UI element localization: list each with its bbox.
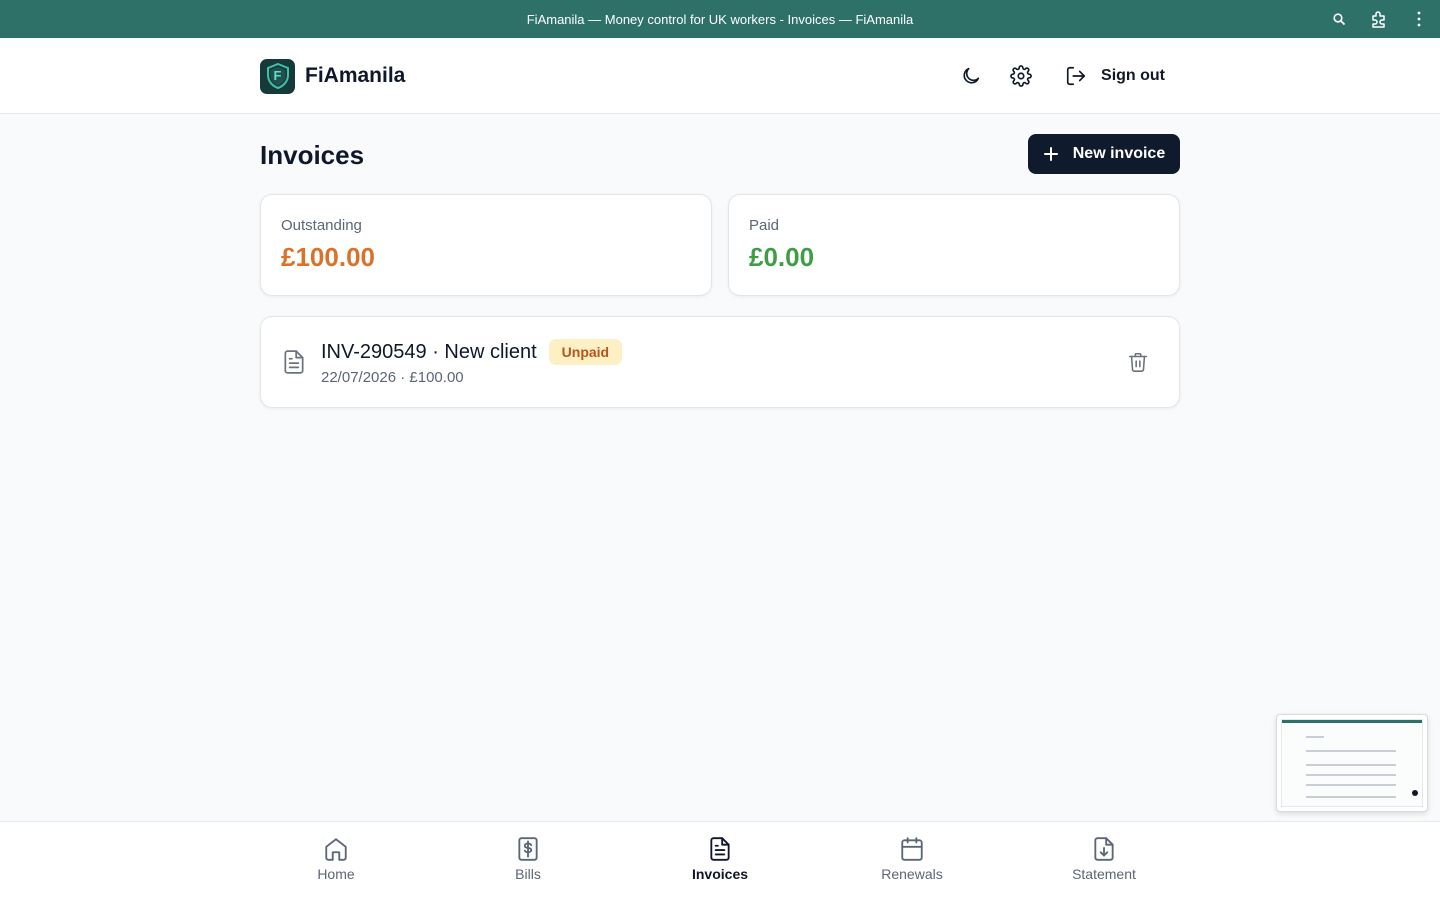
new-invoice-label: New invoice [1072,145,1166,162]
nav-label-statement: Statement [1072,866,1136,882]
status-badge: Unpaid [548,339,623,365]
thumbnail-line [1306,784,1396,786]
logo-letter: F [273,68,282,83]
paid-card: Paid £0.00 [728,194,1180,296]
shield-logo-icon: F [260,58,295,94]
document-icon [710,837,730,861]
paid-value: £0.00 [749,242,815,272]
invoice-title: INV-290549 · New client [321,340,537,363]
nav-label-invoices: Invoices [691,866,749,882]
thumbnail-line [1306,750,1396,752]
thumbnail-preview [1281,719,1423,807]
nav-label-renewals: Renewals [881,866,943,882]
thumbnail-bar [1282,720,1422,723]
invoice-title-row: INV-290549 · New client Unpaid [321,339,623,365]
sign-out-button[interactable]: Sign out [1065,65,1165,87]
outstanding-label: Outstanding [281,217,362,234]
nav-item-renewals[interactable]: Renewals [852,836,972,882]
paid-label: Paid [749,217,780,234]
outstanding-value: £100.00 [281,242,375,272]
zoom-icon[interactable] [1330,10,1348,28]
invoice-subtitle: 22/07/2026 · £100.00 [321,369,464,386]
nav-label-home: Home [317,866,355,882]
app-header: F FiAmanila Sign out [0,38,1440,114]
brand-name: FiAmanila [305,64,406,87]
calendar-icon [901,837,923,861]
moon-icon [963,67,980,84]
bottom-nav: Home Bills Invoices Renewals Statement [0,821,1440,900]
thumbnail-line [1306,764,1396,766]
logout-icon [1066,66,1086,86]
nav-item-home[interactable]: Home [276,836,396,882]
bill-icon [518,837,538,861]
window-title: FiAmanila — Money control for UK workers… [526,11,914,27]
thumbnail-line [1306,736,1324,738]
sign-out-label: Sign out [1101,67,1165,84]
document-icon [281,349,307,375]
window-titlebar: FiAmanila — Money control for UK workers… [0,0,1440,38]
nav-item-bills[interactable]: Bills [468,836,588,882]
browser-toolbar-icons [1330,0,1428,38]
settings-button[interactable] [1009,64,1033,88]
dark-mode-toggle[interactable] [959,64,983,88]
delete-invoice-button[interactable] [1127,351,1149,373]
invoice-list-item[interactable]: INV-290549 · New client Unpaid 22/07/202… [260,316,1180,408]
screenshot-thumbnail[interactable] [1276,714,1428,812]
new-invoice-button[interactable]: New invoice [1028,134,1180,174]
extensions-icon[interactable] [1370,10,1388,28]
thumbnail-dot [1412,790,1418,796]
page-title: Invoices [260,140,365,170]
brand[interactable]: F FiAmanila [260,58,405,94]
trash-icon [1128,352,1148,372]
nav-item-statement[interactable]: Statement [1044,836,1164,882]
kebab-menu-icon[interactable] [1410,10,1428,28]
thumbnail-line [1306,774,1396,776]
nav-item-invoices[interactable]: Invoices [660,836,780,882]
home-icon [325,838,347,861]
plus-icon [1043,147,1058,161]
header-actions: Sign out [959,58,1165,94]
nav-label-bills: Bills [515,866,541,882]
outstanding-card: Outstanding £100.00 [260,194,712,296]
download-document-icon [1094,837,1114,861]
thumbnail-line [1306,796,1396,798]
gear-icon [1010,65,1032,87]
